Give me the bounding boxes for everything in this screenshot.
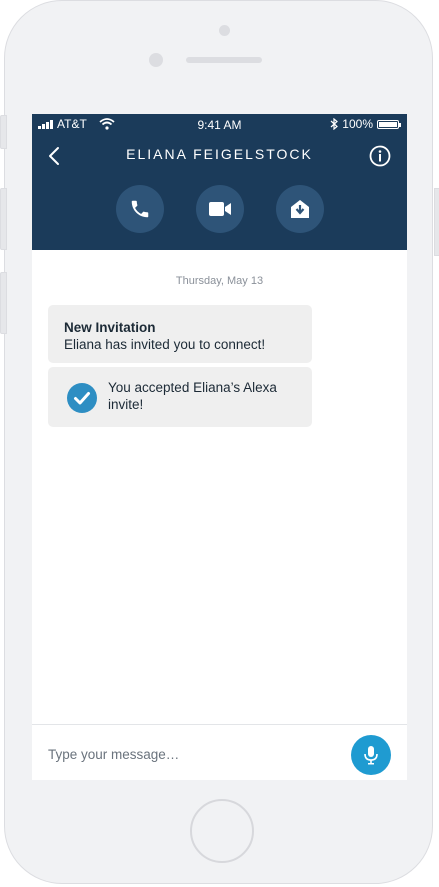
- info-icon: [369, 145, 391, 167]
- status-bar: AT&T 9:41 AM 100%: [32, 114, 407, 136]
- message-composer: Type your message…: [32, 724, 407, 780]
- call-button[interactable]: [116, 185, 164, 233]
- invitation-title: New Invitation: [64, 320, 156, 335]
- accepted-text-line2: invite!: [108, 397, 144, 412]
- contact-name: ELIANA FEIGELSTOCK: [126, 146, 313, 162]
- invitation-body: Eliana has invited you to connect!: [64, 337, 266, 352]
- phone-icon: [131, 200, 149, 218]
- nav-bar: ELIANA FEIGELSTOCK: [32, 140, 407, 170]
- video-call-button[interactable]: [196, 185, 244, 233]
- bluetooth-icon: [330, 118, 339, 130]
- earpiece-speaker: [186, 57, 262, 63]
- info-button[interactable]: [369, 145, 391, 167]
- conversation-header: AT&T 9:41 AM 100% ELIANA FEIGELSTOCK: [32, 114, 407, 250]
- home-button[interactable]: [190, 799, 254, 863]
- accepted-message: You accepted Eliana’s Alexa invite!: [48, 367, 312, 427]
- microphone-icon: [364, 746, 378, 765]
- checkmark-icon: [67, 383, 97, 413]
- drop-in-button[interactable]: [276, 185, 324, 233]
- drop-in-icon: [291, 200, 309, 218]
- front-sensor: [219, 25, 230, 36]
- volume-down-button: [0, 272, 7, 334]
- screen: AT&T 9:41 AM 100% ELIANA FEIGELSTOCK Thu…: [32, 114, 407, 780]
- battery-icon: [377, 119, 401, 129]
- conversation-date: Thursday, May 13: [175, 275, 264, 287]
- power-button: [434, 188, 439, 256]
- front-camera: [149, 53, 163, 67]
- voice-input-button[interactable]: [351, 735, 391, 775]
- battery-percent: 100%: [342, 117, 373, 131]
- video-camera-icon: [209, 202, 231, 216]
- volume-up-button: [0, 188, 7, 250]
- invitation-message: New Invitation Eliana has invited you to…: [48, 305, 312, 363]
- message-input[interactable]: Type your message…: [48, 747, 179, 762]
- action-row: [32, 185, 407, 235]
- accepted-text-line1: You accepted Eliana’s Alexa: [108, 380, 277, 395]
- mute-switch: [0, 115, 7, 149]
